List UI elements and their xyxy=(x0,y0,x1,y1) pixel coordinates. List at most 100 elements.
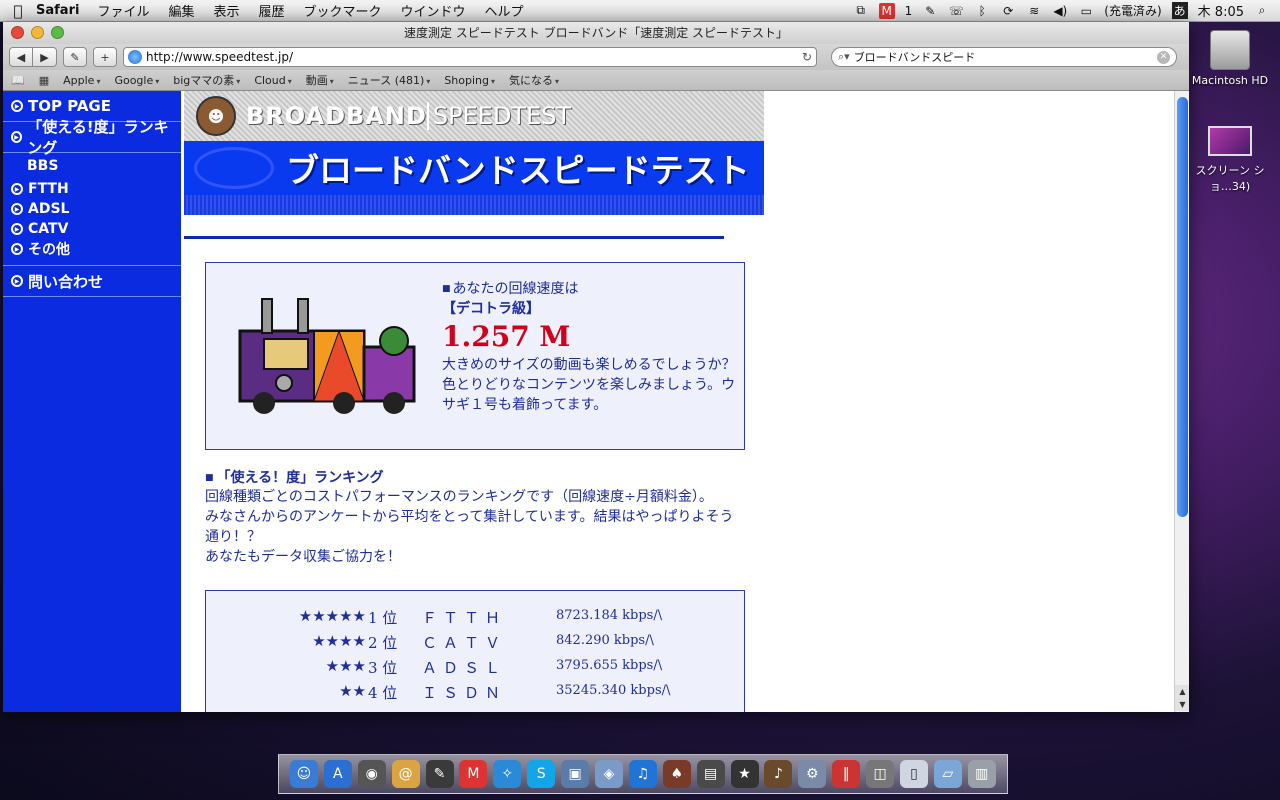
menu-history[interactable]: 履歴 xyxy=(258,1,284,20)
reading-list-icon[interactable]: 📖 xyxy=(11,74,25,87)
address-bar[interactable]: http://www.speedtest.jp/ ↻ xyxy=(123,47,817,67)
bookmark-shopping[interactable]: Shoping xyxy=(444,74,495,87)
site-banner-top: ☻ BROADBAND SPEEDTEST xyxy=(184,91,764,141)
nav-label: BBS xyxy=(27,158,59,174)
sync-icon[interactable]: ⟳ xyxy=(1000,3,1016,19)
reload-icon[interactable]: ↻ xyxy=(802,50,812,64)
input-method[interactable]: あ xyxy=(1171,2,1188,19)
app-store-icon[interactable]: A xyxy=(323,760,352,788)
scroll-down-arrow[interactable]: ▼ xyxy=(1175,698,1189,711)
top-sites-icon[interactable]: ▦ xyxy=(39,74,49,87)
trash-icon[interactable]: ▥ xyxy=(967,760,996,788)
wifi-icon[interactable]: ≋ xyxy=(1026,3,1042,19)
ranking-description: 回線種類ごとのコストパフォーマンスのランキングです（回線速度÷月額料金）。 みな… xyxy=(205,487,745,567)
result-class: 【デコトラ級】 xyxy=(442,301,540,317)
search-field[interactable]: ⌕▾ ブロードバンドスピード ✕ xyxy=(831,47,1177,67)
nav-label: TOP PAGE xyxy=(28,97,111,115)
menu-help[interactable]: ヘルプ xyxy=(485,1,524,20)
bookmark-bigmama[interactable]: bigママの素 xyxy=(173,72,240,88)
scroll-up-arrow[interactable]: ▲ xyxy=(1175,685,1189,698)
volume-icon[interactable]: ◀) xyxy=(1052,3,1068,19)
phone-icon[interactable]: ☏ xyxy=(948,3,964,19)
apple-menu-icon[interactable]:  xyxy=(0,2,36,20)
nav-ranking[interactable]: ▶ 「使える!度」ランキング xyxy=(3,118,181,157)
forward-button[interactable]: ▶ xyxy=(33,47,57,67)
minimize-button[interactable] xyxy=(31,26,44,39)
toolbar: ◀ ▶ ✎ + http://www.speedtest.jp/ ↻ ⌕▾ ブロ… xyxy=(3,44,1189,70)
nav-catv[interactable]: ▶ CATV xyxy=(3,219,181,239)
evernote-dock-icon[interactable]: ✎ xyxy=(425,760,454,788)
preview-icon[interactable]: ◈ xyxy=(594,760,623,788)
bookmark-apple[interactable]: Apple xyxy=(63,74,100,87)
address-book-icon[interactable]: @ xyxy=(391,760,420,788)
evernote-button[interactable]: ✎ xyxy=(63,47,87,67)
bluetooth-icon[interactable]: ᛒ xyxy=(974,3,990,19)
nav-ftth[interactable]: ▶ FTTH xyxy=(3,179,181,199)
dashboard-icon[interactable]: ◉ xyxy=(357,760,386,788)
nav-label: 「使える!度」ランキング xyxy=(27,118,169,157)
rating-stars: ★★ xyxy=(339,682,366,700)
title-bar: 速度測定 スピードテスト ブロードバンド「速度測定 スピードテスト」 xyxy=(3,22,1189,44)
safari-icon[interactable]: ✧ xyxy=(493,760,522,788)
search-query[interactable]: ブロードバンドスピード xyxy=(854,49,1157,65)
menu-bookmarks[interactable]: ブックマーク xyxy=(304,1,382,20)
nav-label: その他 xyxy=(28,242,70,258)
clock[interactable]: 木 8:05 xyxy=(1198,1,1244,20)
finder-icon[interactable]: ☺ xyxy=(289,760,318,788)
skype-icon[interactable]: S xyxy=(527,760,556,788)
app-menu[interactable]: Safari xyxy=(36,3,79,18)
zoom-button[interactable] xyxy=(51,26,64,39)
evernote-icon[interactable]: ✎ xyxy=(922,3,938,19)
hard-drive-icon xyxy=(1210,30,1250,70)
bookmark-news[interactable]: ニュース (481) xyxy=(348,72,431,88)
windows-icon[interactable]: ⧉ xyxy=(853,3,869,19)
desktop-hd-icon[interactable]: Macintosh HD xyxy=(1190,30,1270,87)
battery-icon[interactable]: ▭ xyxy=(1078,3,1094,19)
bookmark-video[interactable]: 動画 xyxy=(306,72,334,88)
mail-icon[interactable]: M xyxy=(878,2,895,19)
rank-position: 1 位 xyxy=(368,609,398,627)
spotlight-icon[interactable]: ⌕ xyxy=(1254,3,1270,19)
back-button[interactable]: ◀ xyxy=(9,47,33,67)
itunes-icon[interactable]: ♫ xyxy=(628,760,657,788)
menu-window[interactable]: ウインドウ xyxy=(401,1,466,20)
iphoto-icon[interactable]: ▣ xyxy=(561,760,590,788)
ranking-table: ★★★★★ 1 位 ＦＴＴＨ 8723.184 kbps/\ ★★★★ 2 位 … xyxy=(205,590,745,712)
menu-view[interactable]: 表示 xyxy=(213,1,239,20)
nav-other[interactable]: ▶ その他 xyxy=(3,239,181,259)
divider-line xyxy=(184,236,724,239)
bookmark-cloud[interactable]: Cloud xyxy=(254,74,291,87)
gmail-icon[interactable]: M xyxy=(459,760,488,788)
mail-count: 1 xyxy=(904,3,913,18)
nav-adsl[interactable]: ▶ ADSL xyxy=(3,199,181,219)
clear-search-icon[interactable]: ✕ xyxy=(1157,50,1170,64)
swirl-graphic xyxy=(194,147,274,189)
drink-app-icon[interactable]: ♠ xyxy=(662,760,691,788)
utility-icon[interactable]: ◫ xyxy=(866,760,895,788)
score-value: 842.290 kbps/\ xyxy=(556,633,654,648)
bookmark-interested[interactable]: 気になる xyxy=(509,72,559,88)
site-title-banner: ブロードバンドスピードテスト xyxy=(184,141,764,195)
scroll-thumb[interactable] xyxy=(1177,97,1188,517)
banner-strip xyxy=(184,195,764,215)
divider xyxy=(3,296,181,297)
photo-app-icon[interactable]: ▤ xyxy=(696,760,725,788)
menu-file[interactable]: ファイル xyxy=(97,1,149,20)
rating-stars: ★★★ xyxy=(325,657,366,675)
imovie-icon[interactable]: ★ xyxy=(730,760,759,788)
garageband-icon[interactable]: ♪ xyxy=(764,760,793,788)
menu-edit[interactable]: 編集 xyxy=(168,1,194,20)
url-text[interactable]: http://www.speedtest.jp/ xyxy=(146,50,802,64)
downloads-folder-icon[interactable]: ▱ xyxy=(933,760,962,788)
parallels-icon[interactable]: ‖ xyxy=(832,760,861,788)
documents-folder-icon[interactable]: ▯ xyxy=(899,760,928,788)
add-bookmark-button[interactable]: + xyxy=(93,47,117,67)
ranking-heading[interactable]: 「使える！度」ランキング xyxy=(205,467,384,487)
score-value: 3795.655 kbps/\ xyxy=(556,658,663,673)
close-button[interactable] xyxy=(11,26,24,39)
nav-contact[interactable]: ▶ 問い合わせ xyxy=(3,266,181,296)
desktop-screenshot-icon[interactable]: スクリーン ショ…34) xyxy=(1190,126,1270,194)
bookmark-google[interactable]: Google xyxy=(114,74,159,87)
system-preferences-icon[interactable]: ⚙ xyxy=(798,760,827,788)
vertical-scrollbar[interactable]: ▲ ▼ xyxy=(1174,91,1189,712)
